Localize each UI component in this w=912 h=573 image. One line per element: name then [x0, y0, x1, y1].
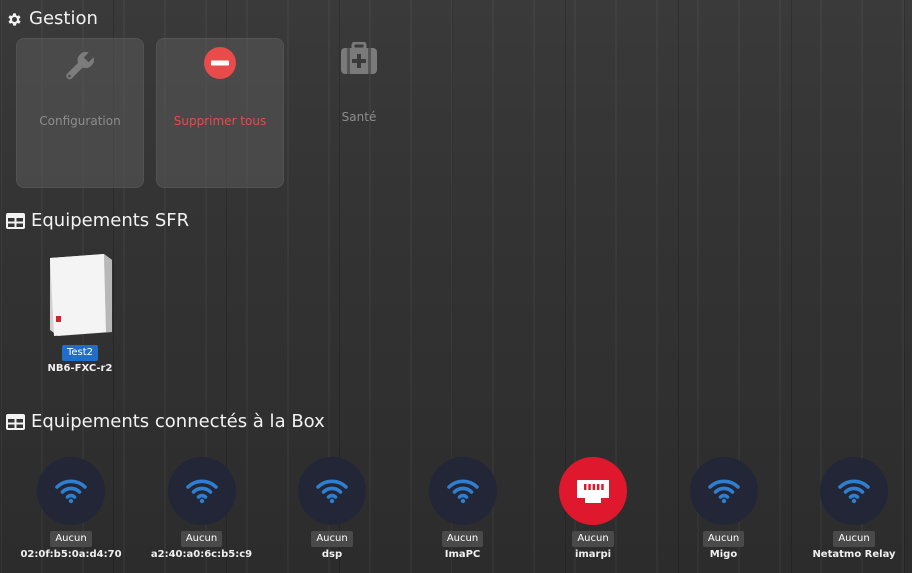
device-name: a2:40:a0:6c:b5:c9: [150, 549, 253, 560]
connected-device[interactable]: Aucun Migo: [659, 457, 789, 560]
wifi-icon: [838, 479, 870, 504]
ethernet-icon: [577, 480, 609, 503]
section-title-gestion-label: Gestion: [29, 8, 98, 29]
equipment-badge: Test2: [61, 345, 99, 361]
table-icon: [6, 213, 25, 229]
section-title-connected: Equipements connectés à la Box: [6, 413, 325, 431]
device-icon-circle: [167, 457, 236, 525]
wifi-icon: [707, 479, 740, 504]
configuration-tile[interactable]: Configuration: [16, 38, 144, 188]
wifi-icon: [185, 479, 218, 504]
wifi-icon: [316, 479, 348, 504]
device-icon-circle: [298, 457, 366, 525]
wifi-icon: [446, 479, 479, 504]
device-status-badge: Aucun: [702, 531, 745, 547]
health-label: Santé: [341, 110, 377, 124]
minus-circle-icon: [204, 47, 236, 79]
medkit-icon: [341, 42, 377, 74]
section-title-sfr-label: Equipements SFR: [31, 210, 190, 231]
connected-device[interactable]: Aucun dsp: [267, 457, 397, 560]
section-title-connected-label: Equipements connectés à la Box: [31, 411, 325, 432]
equipment-name: NB6-FXC-r2: [47, 363, 113, 374]
configuration-label: Configuration: [39, 114, 121, 128]
connected-device[interactable]: Aucun Netatmo Relay: [789, 457, 912, 560]
delete-all-label: Supprimer tous: [173, 114, 267, 128]
router-box-image: [50, 254, 112, 336]
device-status-badge: Aucun: [572, 531, 614, 547]
device-name: dsp: [321, 549, 343, 560]
device-status-badge: Aucun: [50, 531, 92, 547]
device-status-badge: Aucun: [180, 531, 223, 547]
table-icon: [6, 414, 25, 430]
device-status-badge: Aucun: [441, 531, 484, 547]
wrench-icon: [66, 52, 94, 80]
device-name: ImaPC: [444, 549, 481, 560]
device-name: imarpi: [574, 549, 612, 560]
connected-device[interactable]: Aucun ImaPC: [398, 457, 528, 560]
device-icon-circle: [428, 457, 497, 525]
device-icon-circle: [559, 457, 627, 525]
delete-all-tile[interactable]: Supprimer tous: [156, 38, 284, 188]
device-icon-circle: [37, 457, 105, 525]
connected-device[interactable]: Aucun imarpi: [528, 457, 658, 560]
gear-icon: [8, 12, 21, 26]
connected-device[interactable]: Aucun 02:0f:b5:0a:d4:70: [6, 457, 136, 560]
section-title-sfr: Equipements SFR: [6, 212, 189, 230]
health-tile[interactable]: Santé: [295, 38, 423, 188]
device-icon-circle: [689, 457, 758, 525]
sfr-equipment-card[interactable]: Test2 NB6-FXC-r2: [28, 252, 132, 374]
device-status-badge: Aucun: [311, 531, 353, 547]
connected-device[interactable]: Aucun a2:40:a0:6c:b5:c9: [137, 457, 267, 560]
device-name: Migo: [709, 549, 738, 560]
device-name: Netatmo Relay: [812, 549, 896, 560]
device-status-badge: Aucun: [833, 531, 875, 547]
device-name: 02:0f:b5:0a:d4:70: [20, 549, 122, 560]
wifi-icon: [55, 479, 87, 504]
section-title-gestion: Gestion: [6, 10, 98, 28]
device-icon-circle: [820, 457, 888, 525]
